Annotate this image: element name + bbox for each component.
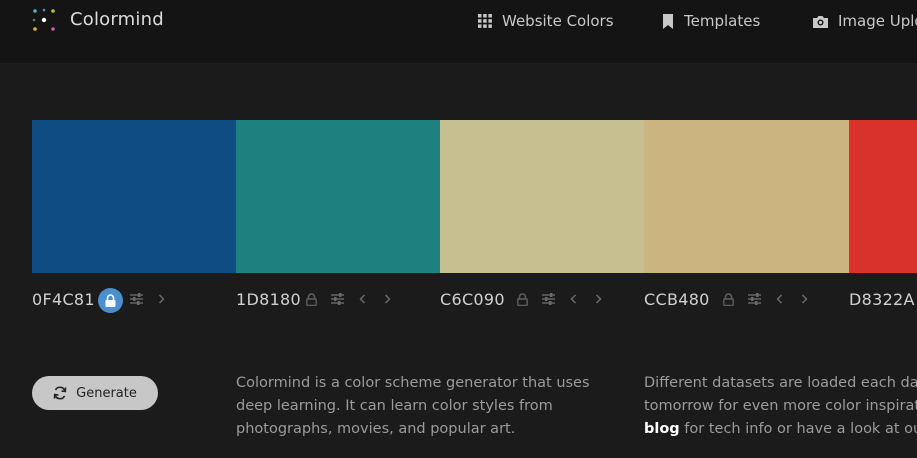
chevron-right-icon[interactable] <box>595 294 602 304</box>
nav-website-colors-label: Website Colors <box>502 12 614 30</box>
refresh-icon <box>53 386 67 400</box>
lock-button-1[interactable] <box>98 288 123 313</box>
lock-icon[interactable] <box>723 293 734 306</box>
generate-button-label: Generate <box>76 385 137 401</box>
adjust-sliders-icon[interactable] <box>130 293 143 305</box>
hex-value-4[interactable]: CCB480 <box>644 290 710 309</box>
brand-name[interactable]: Colormind <box>70 9 164 30</box>
color-swatch-5[interactable] <box>849 120 917 273</box>
chevron-right-icon[interactable] <box>384 294 391 304</box>
hex-value-5[interactable]: D8322A <box>849 290 915 309</box>
datasets-line-2: tomorrow for even more color inspiratic <box>644 398 917 414</box>
nav-templates-label: Templates <box>684 12 761 30</box>
hex-value-1[interactable]: 0F4C81 <box>32 290 95 309</box>
bookmark-icon <box>663 13 673 29</box>
adjust-sliders-icon[interactable] <box>542 293 555 305</box>
grid-icon <box>478 14 492 28</box>
datasets-line-1: Different datasets are loaded each day, … <box>644 375 917 391</box>
datasets-description: Different datasets are loaded each day, … <box>644 372 917 441</box>
nav-templates[interactable]: Templates <box>662 11 760 31</box>
hex-value-3[interactable]: C6C090 <box>440 290 505 309</box>
chevron-right-icon[interactable] <box>801 294 808 304</box>
nav-image-upload-label: Image Uplo <box>838 12 917 30</box>
color-swatch-2[interactable] <box>236 120 440 273</box>
datasets-line-3-text: for tech info or have a look at our <box>679 421 917 437</box>
datasets-line-3: blog for tech info or have a look at our… <box>644 418 917 441</box>
camera-icon <box>813 15 828 28</box>
top-navigation-bar: Colormind Website Colors Templates Image… <box>0 0 917 63</box>
hex-value-2[interactable]: 1D8180 <box>236 290 301 309</box>
chevron-left-icon[interactable] <box>570 294 577 304</box>
chevron-left-icon[interactable] <box>776 294 783 304</box>
adjust-sliders-icon[interactable] <box>331 293 344 305</box>
nav-image-upload[interactable]: Image Uplo <box>813 11 917 31</box>
generate-button[interactable]: Generate <box>32 376 158 410</box>
lock-icon[interactable] <box>517 293 528 306</box>
blog-link[interactable]: blog <box>644 421 680 437</box>
color-swatch-3[interactable] <box>440 120 644 273</box>
nav-website-colors[interactable]: Website Colors <box>478 11 614 31</box>
lock-icon[interactable] <box>306 293 317 306</box>
adjust-sliders-icon[interactable] <box>748 293 761 305</box>
lock-icon <box>105 294 116 307</box>
color-swatch-4[interactable] <box>644 120 849 273</box>
color-swatch-1[interactable] <box>32 120 236 273</box>
chevron-right-icon[interactable] <box>158 294 165 304</box>
description-text: Colormind is a color scheme generator th… <box>236 375 590 437</box>
chevron-left-icon[interactable] <box>359 294 366 304</box>
colormind-logo-icon[interactable] <box>31 7 57 33</box>
